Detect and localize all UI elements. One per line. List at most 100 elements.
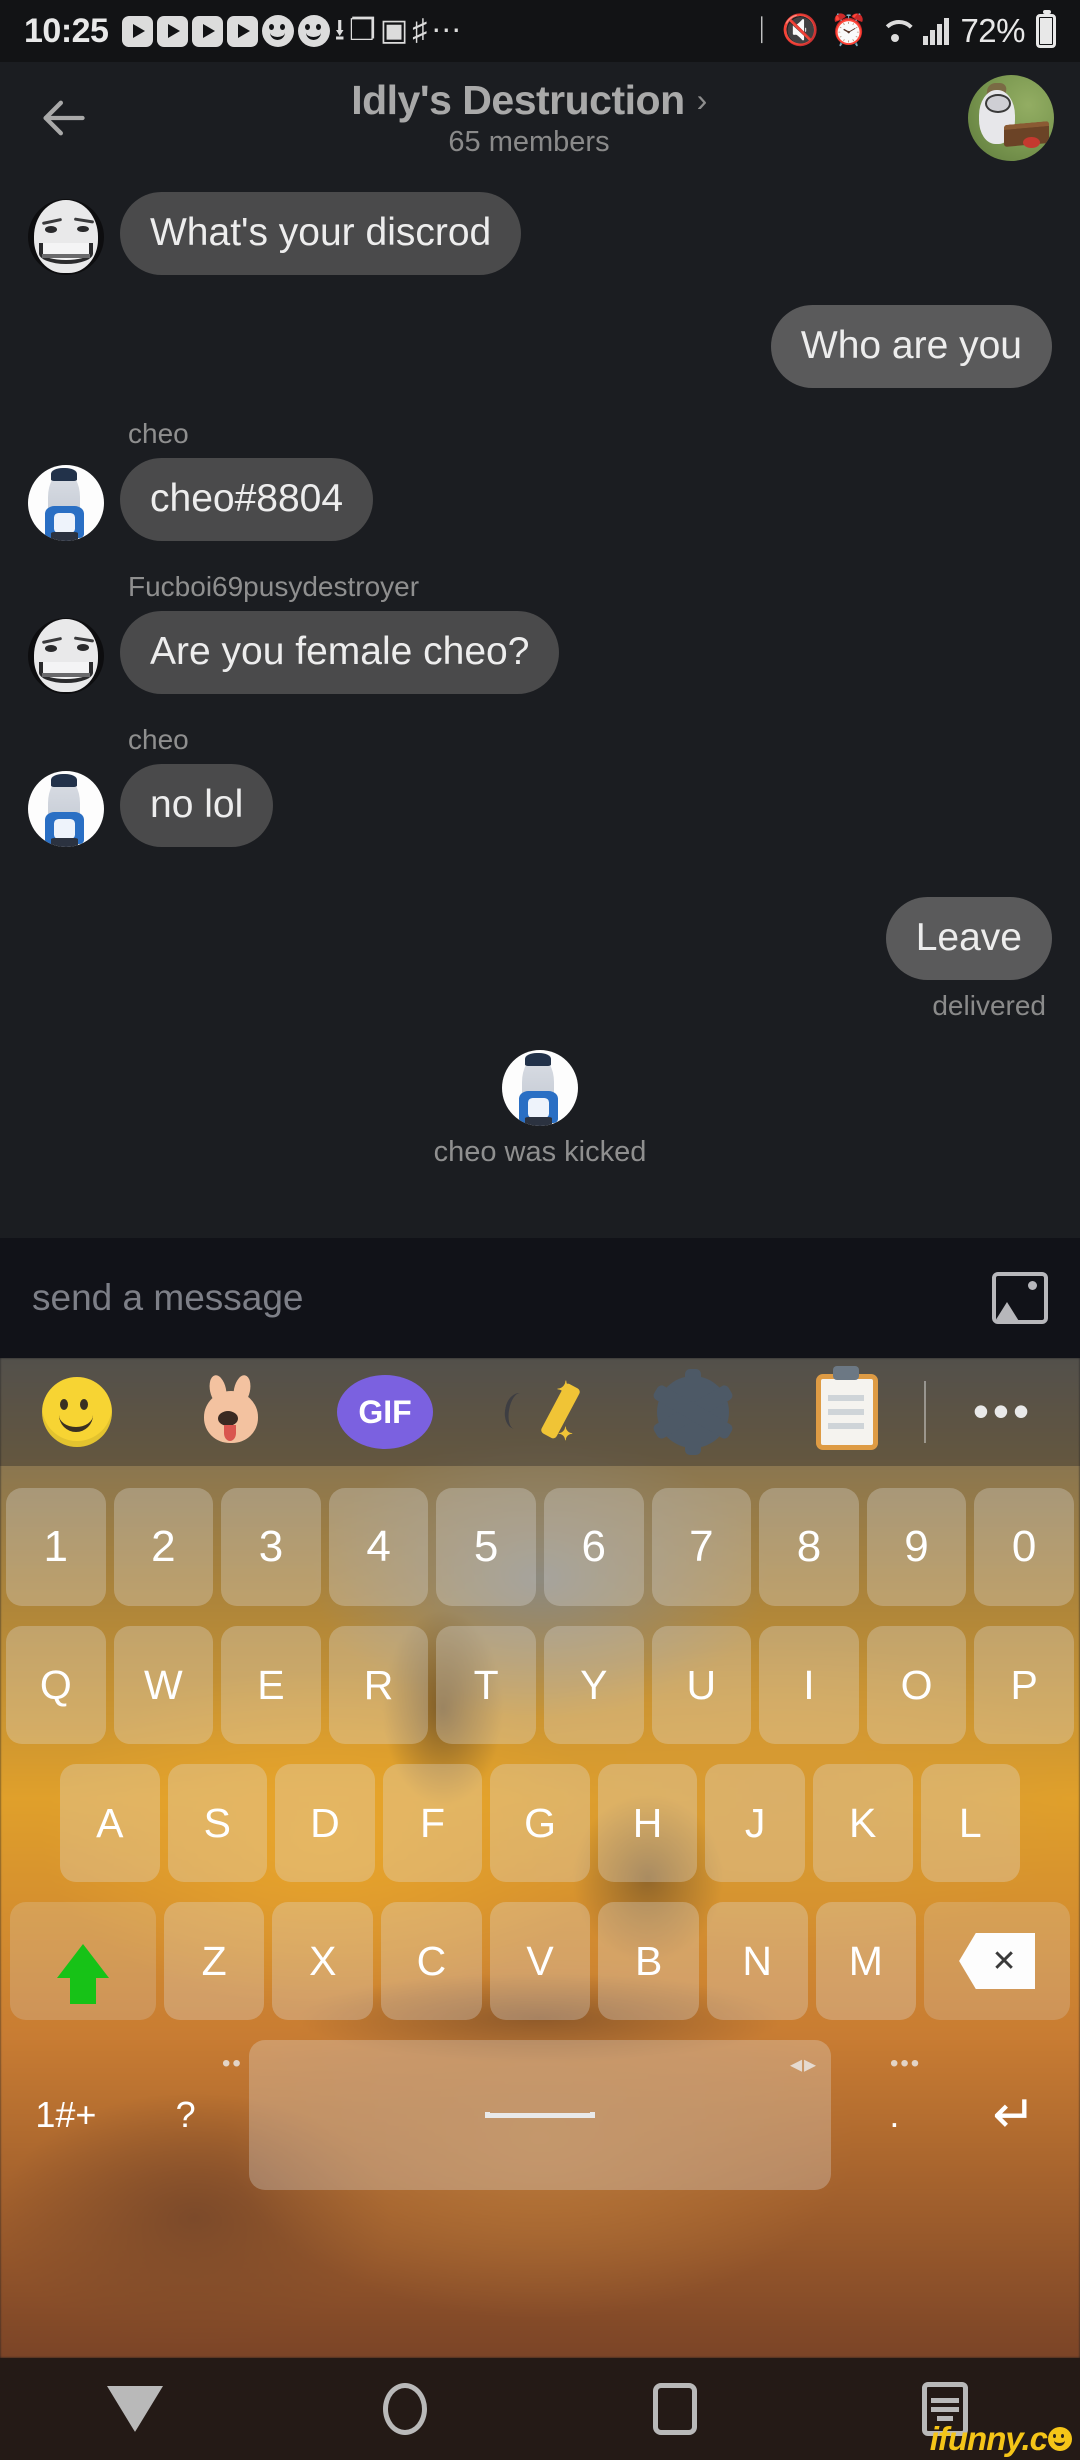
sender-name: Fucboi69pusydestroyer <box>128 570 420 602</box>
backspace-key[interactable]: ✕ <box>924 1902 1071 2020</box>
key-u[interactable]: U <box>651 1626 752 1744</box>
chat-title-block[interactable]: Idly's Destruction › 65 members <box>90 77 968 159</box>
page-title[interactable]: Idly's Destruction › <box>351 77 707 124</box>
key-i[interactable]: I <box>759 1626 859 1744</box>
avatar[interactable] <box>502 1049 578 1126</box>
keyboard-toolbar[interactable]: GIF ✦ ✦ ••• <box>0 1358 1080 1466</box>
key-n[interactable]: N <box>706 1902 808 2020</box>
key-6[interactable]: 6 <box>543 1488 644 1606</box>
key-y[interactable]: Y <box>543 1626 644 1744</box>
key-p[interactable]: P <box>974 1626 1074 1744</box>
keyboard[interactable]: GIF ✦ ✦ ••• 1 2 3 4 5 6 7 8 9 0 Q W E R … <box>0 1358 1080 2358</box>
handwriting-icon[interactable]: ✦ ✦ <box>462 1358 616 1466</box>
avatar[interactable] <box>28 617 104 694</box>
message-row[interactable]: What's your discrod <box>0 192 1080 275</box>
key-z[interactable]: Z <box>163 1902 265 2020</box>
keyboard-row-bottom[interactable]: Z X C V B N M ✕ <box>0 1902 1080 2020</box>
recents-icon <box>653 2383 697 2435</box>
shift-arrow-icon <box>56 1944 109 2004</box>
key-f[interactable]: F <box>382 1764 483 1882</box>
key-b[interactable]: B <box>598 1902 699 2020</box>
back-button[interactable] <box>26 81 100 155</box>
key-9[interactable]: 9 <box>866 1488 967 1606</box>
key-a[interactable]: A <box>60 1764 160 1882</box>
gif-icon[interactable]: GIF <box>308 1358 462 1466</box>
watermark-smiley-icon <box>1048 2427 1072 2451</box>
more-icon[interactable]: ••• <box>926 1358 1080 1466</box>
gear-icon[interactable] <box>616 1358 770 1466</box>
message-row[interactable]: cheo#8804 <box>0 457 1080 541</box>
key-3[interactable]: 3 <box>221 1488 321 1606</box>
key-c[interactable]: C <box>381 1902 482 2020</box>
message-row[interactable]: Are you female cheo? <box>0 610 1080 694</box>
nav-back-button[interactable] <box>0 2386 270 2432</box>
key-hint-right: ••• <box>890 2050 922 2077</box>
delivery-status: delivered <box>932 989 1046 1021</box>
key-l[interactable]: L <box>920 1764 1021 1882</box>
key-x[interactable]: X <box>272 1902 374 2020</box>
image-icon[interactable] <box>992 1272 1048 1324</box>
avatar-face <box>985 93 1011 113</box>
key-t[interactable]: T <box>436 1626 536 1744</box>
gif-label: GIF <box>337 1375 433 1449</box>
key-j[interactable]: J <box>705 1764 805 1882</box>
keyboard-row-top[interactable]: Q W E R T Y U I O P <box>0 1626 1080 1744</box>
message-input[interactable]: send a message <box>32 1277 992 1319</box>
message-row[interactable]: Who are you <box>0 304 1080 388</box>
message-bubble[interactable]: no lol <box>120 763 274 847</box>
message-bubble[interactable]: Leave <box>885 896 1052 980</box>
key-m[interactable]: M <box>815 1902 917 2020</box>
keyboard-row-numbers[interactable]: 1 2 3 4 5 6 7 8 9 0 <box>0 1488 1080 1606</box>
message-list[interactable]: What's your discrod Who are you cheo che… <box>0 174 1080 1238</box>
key-5[interactable]: 5 <box>436 1488 536 1606</box>
enter-key[interactable]: ↵ <box>958 2040 1070 2190</box>
key-o[interactable]: O <box>866 1626 967 1744</box>
key-k[interactable]: K <box>812 1764 913 1882</box>
avatar[interactable] <box>28 464 104 541</box>
key-g[interactable]: G <box>490 1764 590 1882</box>
keyboard-row-middle[interactable]: A S D F G H J K L <box>0 1764 1080 1882</box>
sender-name: cheo <box>128 417 189 449</box>
key-s[interactable]: S <box>167 1764 268 1882</box>
message-bubble[interactable]: cheo#8804 <box>120 457 374 541</box>
symbols-key[interactable]: 1#+ <box>10 2040 122 2190</box>
nav-recents-button[interactable] <box>540 2383 810 2435</box>
sender-name: cheo <box>128 723 189 755</box>
alarm-icon: ⏰ <box>830 14 868 47</box>
key-4[interactable]: 4 <box>328 1488 429 1606</box>
key-e[interactable]: E <box>221 1626 321 1744</box>
message-bubble[interactable]: Who are you <box>770 304 1052 388</box>
key-7[interactable]: 7 <box>651 1488 752 1606</box>
clipboard-icon[interactable] <box>770 1358 924 1466</box>
group-avatar[interactable] <box>968 75 1054 161</box>
emoji-icon[interactable] <box>0 1358 154 1466</box>
key-q[interactable]: Q <box>6 1626 106 1744</box>
home-icon <box>383 2383 427 2435</box>
sticker-icon[interactable] <box>154 1358 308 1466</box>
avatar[interactable] <box>28 770 104 847</box>
key-w[interactable]: W <box>113 1626 214 1744</box>
key-h[interactable]: H <box>597 1764 698 1882</box>
space-key[interactable] <box>249 2040 831 2190</box>
shift-key[interactable] <box>10 1902 156 2020</box>
message-bubble[interactable]: What's your discrod <box>120 192 522 275</box>
message-input-bar[interactable]: send a message <box>0 1238 1080 1358</box>
member-count: 65 members <box>448 126 610 158</box>
key-0[interactable]: 0 <box>974 1488 1074 1606</box>
key-d[interactable]: D <box>275 1764 375 1882</box>
key-r[interactable]: R <box>328 1626 429 1744</box>
chat-title-text: Idly's Destruction <box>351 77 685 123</box>
message-row[interactable]: Leave <box>0 896 1080 980</box>
key-1[interactable]: 1 <box>6 1488 106 1606</box>
key-8[interactable]: 8 <box>759 1488 859 1606</box>
key-v[interactable]: V <box>489 1902 591 2020</box>
download-icon: ⭳ <box>334 14 345 47</box>
message-row[interactable]: no lol <box>0 763 1080 847</box>
message-bubble[interactable]: Are you female cheo? <box>120 610 560 694</box>
backspace-icon: ✕ <box>959 1933 1036 1989</box>
key-2[interactable]: 2 <box>113 1488 214 1606</box>
system-nav-bar[interactable] <box>0 2358 1080 2460</box>
signal-icon <box>923 17 950 45</box>
avatar[interactable] <box>28 198 104 275</box>
nav-home-button[interactable] <box>270 2383 540 2435</box>
